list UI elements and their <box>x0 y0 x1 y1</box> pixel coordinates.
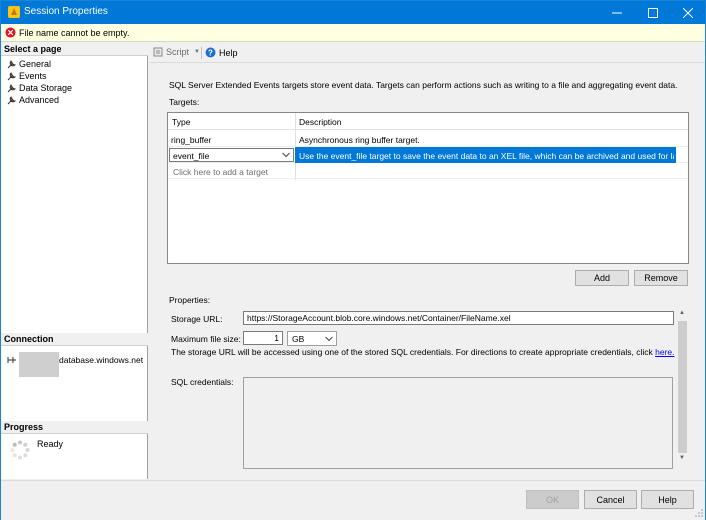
maximize-icon <box>648 7 658 18</box>
toolbar-separator <box>201 47 202 59</box>
targets-grid-header: Type Description <box>168 113 688 130</box>
script-button[interactable]: Script ▼ <box>153 47 200 57</box>
file-size-unit-dropdown[interactable]: GB <box>287 331 337 346</box>
add-button[interactable]: Add <box>575 270 629 286</box>
resize-grip-icon[interactable] <box>694 508 704 518</box>
app-icon <box>8 6 20 18</box>
chevron-down-icon <box>282 152 290 158</box>
storage-url-input[interactable]: https://StorageAccount.blob.core.windows… <box>243 311 674 325</box>
error-banner: File name cannot be empty. <box>1 24 705 42</box>
script-icon <box>153 47 163 57</box>
target-type-value: event_file <box>173 151 210 161</box>
error-icon <box>5 27 16 38</box>
chevron-down-icon <box>325 336 333 342</box>
close-button[interactable] <box>670 1 706 24</box>
file-size-unit-value: GB <box>292 334 305 344</box>
scrollbar-thumb[interactable] <box>678 321 687 453</box>
minimize-icon <box>612 12 622 13</box>
redacted-block <box>19 352 59 377</box>
storage-note-text: The storage URL will be accessed using o… <box>171 347 656 357</box>
wrench-icon <box>7 83 16 92</box>
connection-info[interactable]: database.windows.net <box>7 347 144 377</box>
toolbar: Script ▼ ? Help <box>149 43 705 63</box>
title-bar[interactable]: Session Properties <box>1 1 705 24</box>
maximize-button[interactable] <box>635 1 671 24</box>
page-item-events[interactable]: Events <box>7 70 47 82</box>
page-item-data-storage[interactable]: Data Storage <box>7 82 72 94</box>
table-row-selected[interactable]: event_file Use the event_file target to … <box>168 147 688 163</box>
sql-credentials-label: SQL credentials: <box>171 377 234 387</box>
target-description-text: Use the event_file target to save the ev… <box>299 151 674 161</box>
targets-description: SQL Server Extended Events targets store… <box>169 80 678 90</box>
help-label: Help <box>219 47 238 58</box>
page-selector-pane <box>1 43 148 479</box>
credentials-help-link[interactable]: here. <box>655 347 674 357</box>
target-type-dropdown[interactable]: event_file <box>169 148 294 162</box>
wrench-icon <box>7 59 16 68</box>
page-item-label: Data Storage <box>19 83 73 93</box>
page-item-label: Advanced <box>19 95 60 105</box>
page-item-general[interactable]: General <box>7 58 51 70</box>
wrench-icon <box>7 95 16 104</box>
minimize-button[interactable] <box>599 1 635 24</box>
svg-text:?: ? <box>208 48 213 57</box>
connection-header: Connection <box>1 333 148 346</box>
add-target-placeholder: Click here to add a target <box>173 167 268 177</box>
connection-icon <box>7 356 16 363</box>
page-item-advanced[interactable]: Advanced <box>7 94 59 106</box>
scroll-down-icon[interactable]: ▼ <box>679 455 685 461</box>
page-item-label: Events <box>19 71 47 81</box>
progress-header: Progress <box>1 421 148 434</box>
help-toolbar-button[interactable]: ? Help <box>205 47 238 58</box>
error-message: File name cannot be empty. <box>19 28 130 38</box>
wrench-icon <box>7 71 16 80</box>
max-file-size-label: Maximum file size: <box>171 334 241 344</box>
targets-label: Targets: <box>169 97 200 107</box>
scroll-up-icon[interactable]: ▲ <box>679 310 685 316</box>
help-icon: ? <box>205 47 216 58</box>
ok-button[interactable]: OK <box>526 490 579 509</box>
target-description-cell: Asynchronous ring buffer target. <box>299 135 420 145</box>
add-target-row[interactable]: Click here to add a target <box>168 163 688 179</box>
progress-status: Ready <box>37 439 64 449</box>
select-page-header: Select a page <box>1 43 148 56</box>
help-button[interactable]: Help <box>641 490 694 509</box>
targets-grid[interactable]: Type Description ring_buffer Asynchronou… <box>167 112 689 264</box>
session-properties-window: Session Properties File name cannot be e… <box>0 0 706 520</box>
cancel-button[interactable]: Cancel <box>584 490 637 509</box>
properties-scrollbar[interactable]: ▲ ▼ <box>677 309 688 465</box>
remove-button[interactable]: Remove <box>634 270 688 286</box>
close-icon <box>683 7 693 18</box>
column-header-type[interactable]: Type <box>172 117 190 127</box>
table-row[interactable]: ring_buffer Asynchronous ring buffer tar… <box>168 131 688 147</box>
max-file-size-input[interactable]: 1 <box>243 331 283 345</box>
progress-spinner-icon <box>10 440 30 460</box>
script-label: Script <box>166 47 190 57</box>
properties-label: Properties: <box>169 295 211 305</box>
page-item-label: General <box>19 59 52 69</box>
target-description-cell-selected: Use the event_file target to save the ev… <box>295 147 676 163</box>
window-title: Session Properties <box>24 6 108 17</box>
sql-credentials-list[interactable] <box>243 377 673 469</box>
chevron-down-icon: ▼ <box>194 49 200 55</box>
target-type-cell: ring_buffer <box>171 135 212 145</box>
storage-note: The storage URL will be accessed using o… <box>171 347 675 357</box>
column-header-description[interactable]: Description <box>299 117 342 127</box>
storage-url-label: Storage URL: <box>171 314 223 324</box>
connection-server: database.windows.net <box>59 354 144 365</box>
